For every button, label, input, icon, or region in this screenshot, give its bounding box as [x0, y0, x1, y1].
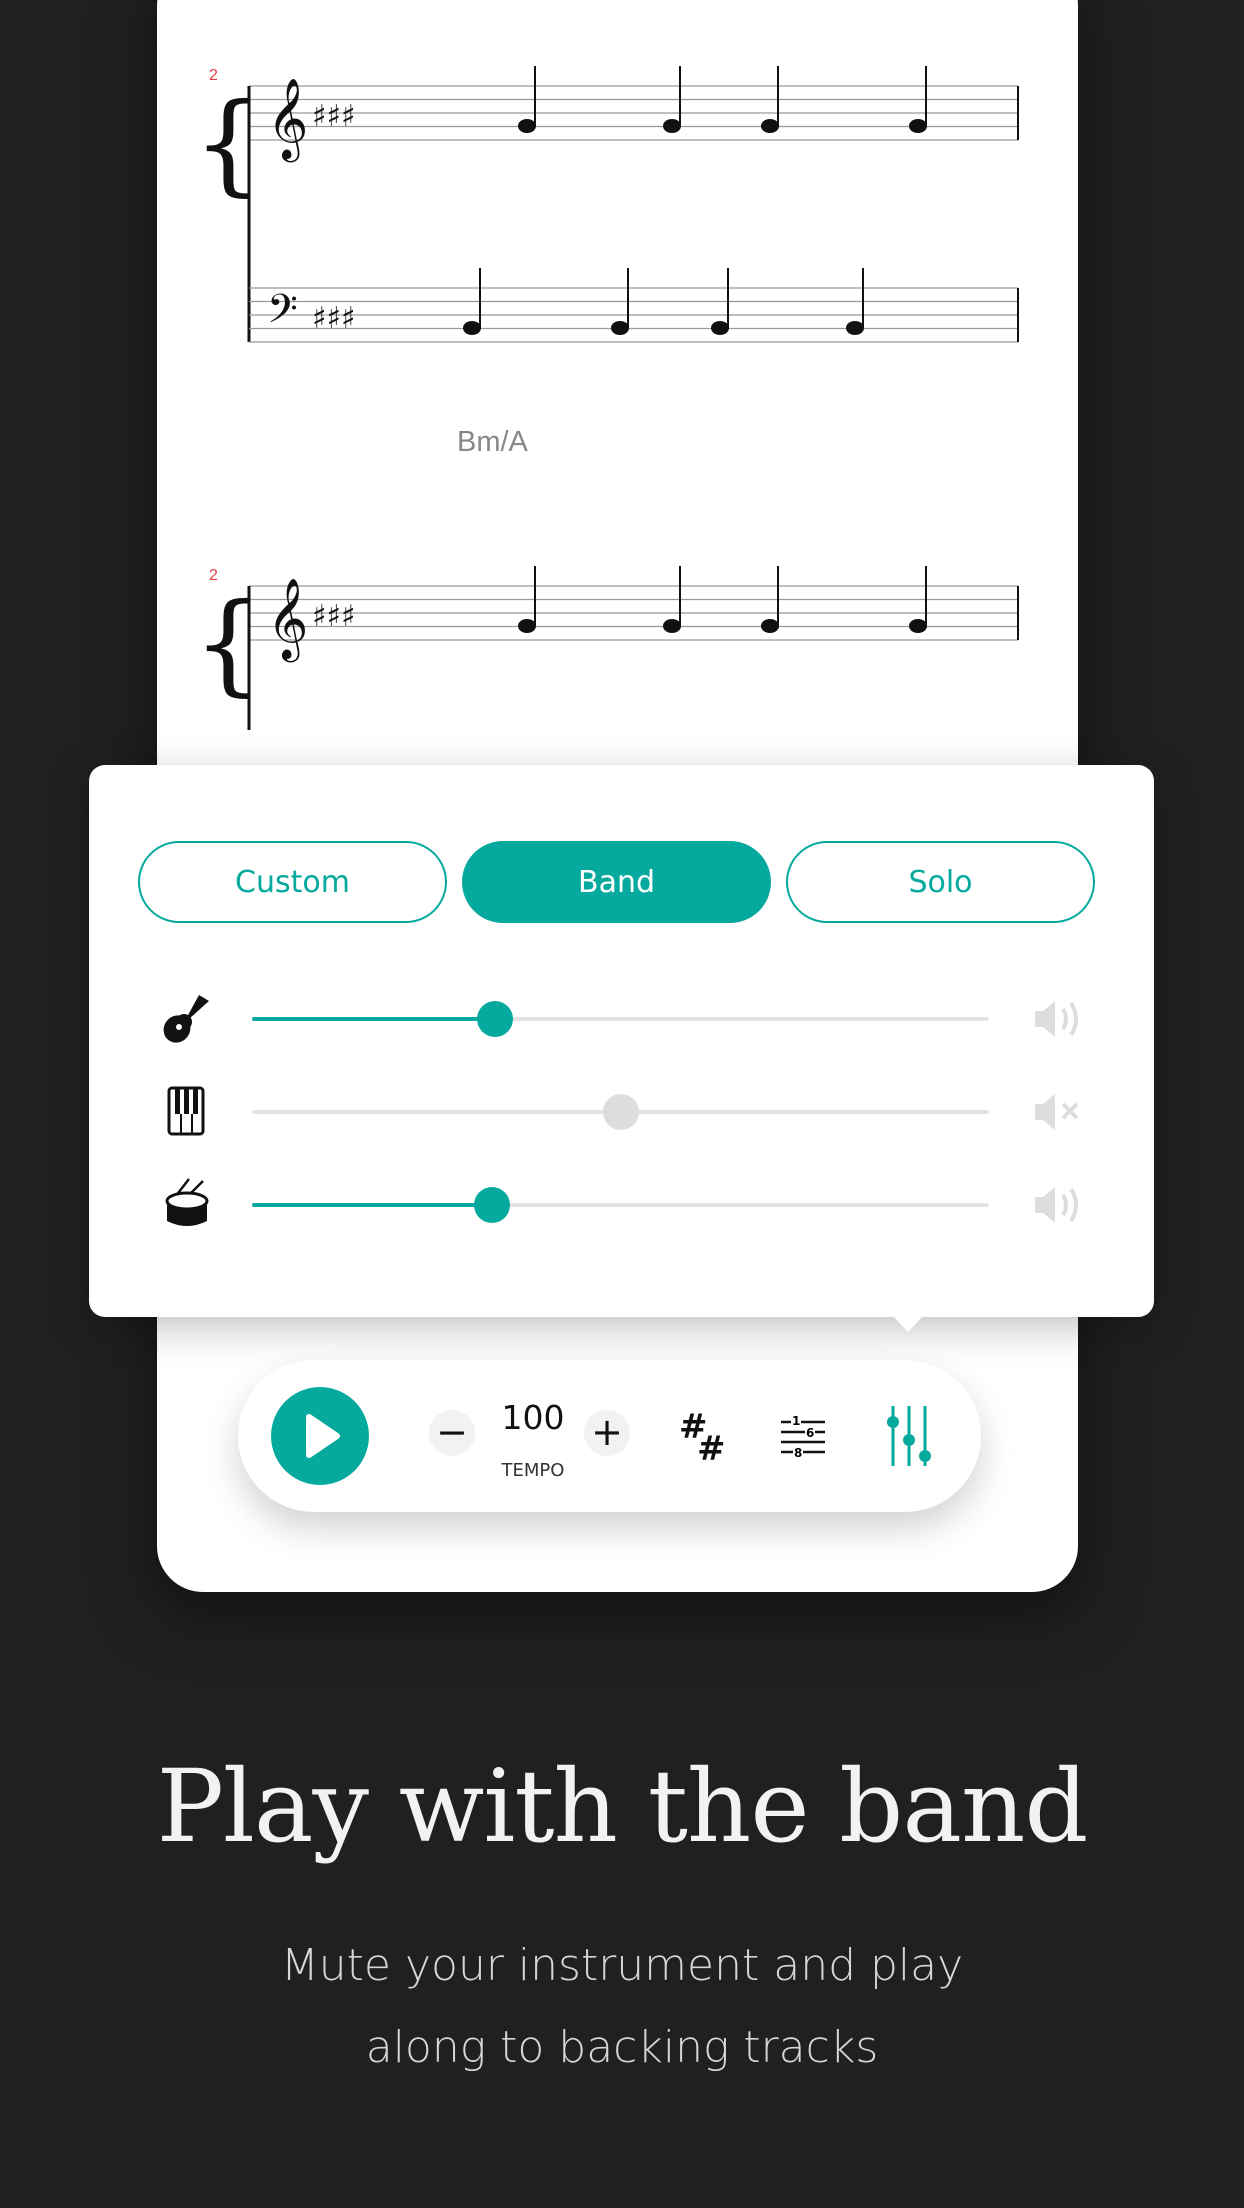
speaker-muted-icon[interactable]	[1029, 1090, 1089, 1134]
svg-text:6: 6	[806, 1426, 814, 1440]
brace: {	[193, 579, 263, 707]
notation-icon[interactable]: 1 6 8	[773, 1406, 833, 1466]
treble-clef: 𝄞	[267, 577, 308, 662]
score-system: {𝄞 ♯♯♯	[193, 566, 1019, 730]
playback-toolbar: − 100 TEMPO + # # 1 6 8	[238, 1360, 981, 1512]
play-icon	[306, 1414, 340, 1458]
key-signature: ♯♯♯	[312, 99, 356, 134]
chord-symbol: Bm/A	[457, 426, 528, 458]
measure-number: 2	[209, 567, 218, 584]
svg-text:1: 1	[792, 1414, 800, 1428]
piano-volume-slider[interactable]	[252, 1094, 989, 1130]
svg-text:8: 8	[794, 1446, 802, 1460]
note-head	[909, 119, 927, 133]
slider-handle[interactable]	[473, 1187, 510, 1223]
speaker-icon[interactable]	[1029, 1183, 1089, 1227]
slider-handle[interactable]	[602, 1094, 639, 1130]
bass-clef: 𝄢	[267, 286, 298, 342]
mixer-icon[interactable]	[877, 1400, 937, 1472]
measure-number: 2	[209, 67, 218, 84]
key-signature: ♯♯♯	[312, 301, 356, 336]
score-system: {𝄞 ♯♯♯𝄢 ♯♯♯	[193, 66, 1019, 343]
promo-title: Play with the band	[156, 1748, 1089, 1865]
note-head	[518, 619, 536, 633]
track-row-guitar	[89, 989, 1154, 1049]
tempo-value: 100	[501, 1398, 565, 1437]
note-head	[761, 119, 779, 133]
mode-solo-button[interactable]: Solo	[786, 841, 1095, 923]
note-head	[463, 321, 481, 335]
slider-handle[interactable]	[477, 1001, 514, 1037]
promo-subtitle-line: along to backing tracks	[365, 2022, 879, 2073]
note-head	[663, 119, 681, 133]
note-head	[663, 619, 681, 633]
note-head	[611, 321, 629, 335]
drums-volume-slider[interactable]	[252, 1187, 989, 1223]
treble-clef: 𝄞	[267, 77, 308, 162]
speaker-icon[interactable]	[1029, 997, 1089, 1041]
note-head	[518, 119, 536, 133]
track-row-drums	[89, 1175, 1154, 1235]
track-row-piano	[89, 1082, 1154, 1142]
tempo-decrease-button[interactable]: −	[429, 1410, 475, 1456]
svg-text:#: #	[697, 1429, 726, 1466]
note-head	[909, 619, 927, 633]
guitar-volume-slider[interactable]	[252, 1001, 989, 1037]
guitar-icon	[163, 995, 209, 1043]
mode-custom-button[interactable]: Custom	[138, 841, 447, 923]
key-signature: ♯♯♯	[312, 599, 356, 634]
piano-icon	[167, 1086, 205, 1136]
mode-band-button[interactable]: Band	[462, 841, 771, 923]
sheet-music-score: {𝄞 ♯♯♯𝄢 ♯♯♯ {𝄞 ♯♯♯ 2 2	[193, 66, 1019, 730]
tempo-label: TEMPO	[501, 1460, 565, 1481]
mixer-popup: Custom Band Solo	[89, 765, 1154, 1317]
note-head	[846, 321, 864, 335]
promo-subtitle-line: Mute your instrument and play	[280, 1940, 964, 1991]
play-button[interactable]	[271, 1387, 369, 1485]
note-head	[761, 619, 779, 633]
tempo-increase-button[interactable]: +	[584, 1410, 630, 1456]
brace: {	[193, 79, 263, 207]
popup-pointer	[892, 1315, 924, 1332]
transpose-icon[interactable]: # #	[675, 1406, 735, 1466]
promo-subtitle: Mute your instrument and play along to b…	[0, 1925, 1244, 2089]
note-head	[711, 321, 729, 335]
drum-icon	[165, 1178, 209, 1226]
